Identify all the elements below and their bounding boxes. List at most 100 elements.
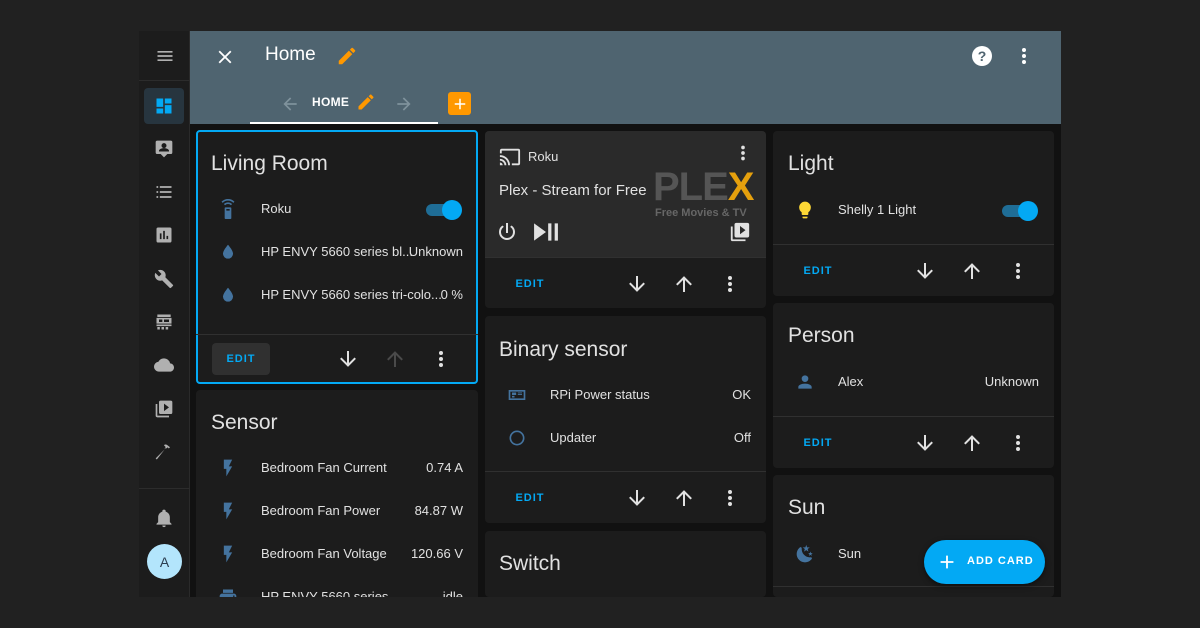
sidebar-item-cloud[interactable] (144, 347, 184, 383)
card-options-button[interactable] (718, 272, 742, 296)
card-title: Sensor (211, 411, 278, 434)
arrow-right-icon[interactable] (394, 94, 414, 114)
map-icon (155, 140, 173, 158)
arrow-up-icon (964, 263, 980, 279)
card-switch[interactable]: Switch (485, 531, 766, 597)
app-window: A Home ? HOME Living Room Roku HP ENVY 5… (139, 31, 1061, 597)
move-up-button[interactable] (960, 431, 984, 455)
sidebar-item-media[interactable] (144, 391, 184, 427)
sidebar-item-config[interactable] (144, 261, 184, 297)
entity-row[interactable]: Bedroom Fan Current 0.74 A (196, 456, 478, 480)
move-down-button[interactable] (913, 259, 937, 283)
card-options-button[interactable] (429, 347, 453, 371)
entity-row[interactable]: Bedroom Fan Power 84.87 W (196, 499, 478, 523)
edit-button[interactable]: EDIT (212, 343, 270, 375)
add-view-button[interactable] (448, 92, 471, 115)
page-title: Home (265, 44, 316, 65)
card-sensor[interactable]: Sensor Bedroom Fan Current 0.74 A Bedroo… (196, 390, 478, 597)
dashboard-icon (156, 98, 172, 114)
dots-vertical-icon (1022, 48, 1026, 64)
edit-button[interactable]: EDIT (501, 482, 559, 514)
sidebar-item-overview[interactable] (144, 88, 184, 124)
media-player: Roku Plex - Stream for Free PLEX Free Mo… (485, 131, 766, 257)
menu-icon (157, 50, 172, 61)
move-up-button[interactable] (672, 272, 696, 296)
dots-vertical-icon[interactable] (732, 142, 754, 164)
overflow-menu-button[interactable] (1012, 44, 1036, 68)
card-options-button[interactable] (1006, 259, 1030, 283)
entity-row[interactable]: HP ENVY 5660 series bl... Unknown (196, 240, 478, 264)
add-card-button[interactable]: ADD CARD (924, 540, 1045, 584)
sidebar-item-hacs[interactable] (144, 304, 184, 340)
sidebar-item-map[interactable] (144, 131, 184, 167)
dots-vertical-icon (1016, 263, 1020, 279)
card-living-room[interactable]: Living Room Roku HP ENVY 5660 series bl.… (196, 130, 478, 384)
avatar[interactable]: A (147, 544, 182, 579)
card-edit-bar: EDIT (485, 257, 766, 308)
card-binary-sensor[interactable]: Binary sensor RPi Power status OK Update… (485, 316, 766, 523)
move-down-button[interactable] (913, 431, 937, 455)
card-media-control[interactable]: Roku Plex - Stream for Free PLEX Free Mo… (485, 131, 766, 308)
entity-row[interactable]: Shelly 1 Light (773, 198, 1054, 222)
remote-icon (221, 199, 235, 219)
card-options-button[interactable] (718, 486, 742, 510)
entity-row[interactable]: HP ENVY 5660 series tri-colo... 0 % (196, 283, 478, 307)
dots-vertical-icon (1016, 435, 1020, 451)
media-library-icon[interactable] (729, 221, 751, 243)
entity-name: Bedroom Fan Power (261, 503, 381, 518)
cloud-icon (154, 358, 174, 372)
edit-title-button[interactable] (336, 45, 358, 67)
move-down-button[interactable] (625, 272, 649, 296)
sidebar-item-logbook[interactable] (144, 174, 184, 210)
flash-icon (223, 459, 233, 477)
flash-icon (223, 545, 233, 563)
add-card-label: ADD CARD (967, 555, 1034, 567)
sidebar-item-developer-tools[interactable] (144, 434, 184, 470)
roku-toggle[interactable] (426, 200, 462, 220)
sidebar-item-notifications[interactable] (144, 500, 184, 536)
edit-button[interactable]: EDIT (789, 255, 847, 287)
entity-row[interactable]: Bedroom Fan Voltage 120.66 V (196, 542, 478, 566)
bell-icon (156, 509, 172, 528)
pencil-icon[interactable] (356, 92, 376, 112)
close-edit-button[interactable] (212, 44, 238, 70)
card-edit-bar: EDIT (485, 471, 766, 523)
card-title: Binary sensor (499, 338, 628, 361)
move-up-button[interactable] (383, 347, 407, 371)
move-up-button[interactable] (960, 259, 984, 283)
entity-state: 120.66 V (410, 546, 463, 561)
entity-row[interactable]: Alex Unknown (773, 370, 1054, 394)
svg-text:?: ? (978, 48, 987, 64)
card-title: Living Room (211, 152, 328, 175)
card-options-button[interactable] (1006, 431, 1030, 455)
entity-row[interactable]: HP ENVY 5660 series idle (196, 585, 478, 597)
play-pause-icon[interactable] (531, 219, 561, 245)
entity-state: Off (733, 430, 751, 445)
media-source: Roku (528, 149, 559, 164)
help-button[interactable]: ? (970, 44, 994, 68)
edit-button[interactable]: EDIT (501, 268, 559, 300)
entity-row[interactable]: RPi Power status OK (485, 383, 766, 407)
card-light[interactable]: Light Shelly 1 Light EDIT (773, 131, 1054, 296)
sidebar-item-history[interactable] (144, 217, 184, 253)
edit-button[interactable]: EDIT (789, 427, 847, 459)
raspberry-icon (508, 390, 526, 400)
entity-state: idle (442, 589, 463, 597)
move-down-button[interactable] (336, 347, 360, 371)
card-edit-bar: EDIT (773, 244, 1054, 296)
entity-name: Bedroom Fan Voltage (261, 546, 387, 561)
light-toggle[interactable] (1002, 201, 1038, 221)
entity-row[interactable]: Updater Off (485, 426, 766, 450)
move-up-button[interactable] (672, 486, 696, 510)
power-icon[interactable] (495, 220, 519, 244)
entity-row[interactable]: Roku (196, 197, 478, 221)
card-person[interactable]: Person Alex Unknown EDIT (773, 303, 1054, 468)
card-edit-bar: EDIT (196, 334, 478, 382)
entity-name: Updater (550, 430, 597, 445)
move-down-button[interactable] (625, 486, 649, 510)
arrow-left-icon[interactable] (280, 94, 300, 114)
card-title: Sun (788, 496, 826, 519)
menu-button[interactable] (139, 31, 190, 81)
tab-home[interactable]: HOME (250, 87, 438, 124)
entity-name: Alex (838, 374, 864, 389)
